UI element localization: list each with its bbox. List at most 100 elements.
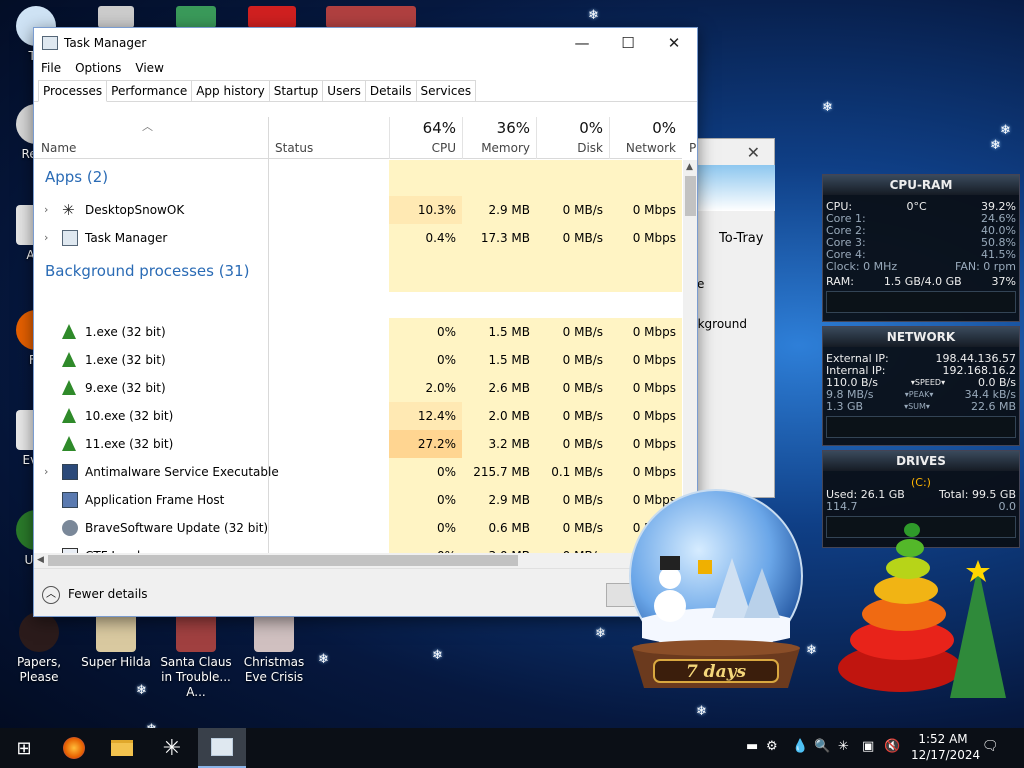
updater-icon bbox=[62, 520, 78, 536]
cpu-cell: 27.2% bbox=[389, 430, 462, 458]
tray-settings-icon[interactable]: ⚙ bbox=[766, 739, 778, 754]
tab-users[interactable]: Users bbox=[322, 80, 366, 101]
table-row[interactable]: 1.exe (32 bit) 0% 1.5 MB 0 MB/s 0 Mbps bbox=[34, 346, 682, 374]
disk-total: 0% bbox=[579, 119, 603, 137]
service-icon bbox=[62, 464, 78, 480]
scroll-up-icon[interactable]: ▲ bbox=[686, 162, 693, 172]
network-cell: 0 Mbps bbox=[609, 346, 682, 374]
horizontal-scrollbar[interactable]: ◀ bbox=[34, 553, 683, 568]
taskbar-file-explorer[interactable] bbox=[98, 728, 146, 768]
table-row[interactable]: 11.exe (32 bit) 27.2% 3.2 MB 0 MB/s 0 Mbps bbox=[34, 430, 682, 458]
table-row[interactable]: 9.exe (32 bit) 2.0% 2.6 MB 0 MB/s 0 Mbps bbox=[34, 374, 682, 402]
network-gadget[interactable]: NETWORK External IP: 198.44.136.57 Intern… bbox=[822, 326, 1020, 446]
peak-label: ▾PEAK▾ bbox=[904, 390, 934, 399]
column-header-memory[interactable]: 36% Memory bbox=[462, 117, 536, 159]
desktop-icon-label: Papers, Please bbox=[16, 655, 62, 684]
group-header-background[interactable]: Background processes (31) bbox=[45, 262, 250, 280]
desktop-icon-top[interactable] bbox=[326, 6, 416, 28]
disk-cell: 0.1 MB/s bbox=[536, 458, 609, 486]
tree-icon bbox=[62, 436, 76, 451]
group-header-apps[interactable]: Apps (2) bbox=[45, 168, 108, 186]
scrollbar-thumb[interactable] bbox=[48, 555, 518, 566]
expand-chevron-icon[interactable]: › bbox=[44, 465, 48, 478]
column-header-status[interactable]: Status bbox=[275, 141, 313, 155]
disk-label: Disk bbox=[577, 141, 603, 155]
process-name: BraveSoftware Update (32 bit) bbox=[85, 521, 269, 535]
table-row[interactable]: › Task Manager 0.4% 17.3 MB 0 MB/s 0 Mbps bbox=[34, 224, 682, 252]
table-row[interactable]: › Antimalware Service Executable 0% 215.7 M… bbox=[34, 458, 682, 486]
tab-services[interactable]: Services bbox=[415, 80, 477, 101]
cpu-cell: 12.4% bbox=[389, 402, 462, 430]
close-icon[interactable]: ✕ bbox=[747, 143, 760, 162]
table-row[interactable]: › ✳ DesktopSnowOK 10.3% 2.9 MB 0 MB/s 0 Mbps bbox=[34, 196, 682, 224]
desktop-icon-papers-please[interactable]: Papers, Please bbox=[3, 612, 75, 685]
tray-network-icon[interactable]: ▣ bbox=[862, 739, 874, 754]
snow-globe-widget[interactable]: 7 days bbox=[612, 488, 820, 698]
desktop-icon-christmas-eve-crisis[interactable]: Christmas Eve Crisis bbox=[236, 612, 312, 685]
minimize-button[interactable]: — bbox=[559, 28, 605, 58]
title-bar[interactable]: Task Manager — ☐ ✕ bbox=[34, 28, 697, 58]
column-header-cpu[interactable]: 64% CPU bbox=[389, 117, 462, 159]
column-header-name[interactable]: Name bbox=[41, 141, 76, 155]
window-text: e bbox=[697, 277, 705, 291]
scroll-left-icon[interactable]: ◀ bbox=[37, 555, 44, 565]
taskbar-desktop-snow[interactable]: ✳ bbox=[148, 728, 196, 768]
menu-file[interactable]: File bbox=[41, 61, 61, 75]
tray-droplet-icon[interactable]: 💧 bbox=[792, 739, 808, 754]
fewer-details-link[interactable]: Fewer details bbox=[68, 587, 148, 601]
ram-percent: 37% bbox=[991, 275, 1016, 288]
cpu-ram-gadget[interactable]: CPU-RAM CPU: 0°C 39.2% Core 1: 24.6% Core… bbox=[822, 174, 1020, 322]
column-header-power[interactable]: P bbox=[689, 141, 696, 155]
clock[interactable]: 1:52 AM 12/17/2024 bbox=[911, 731, 981, 763]
table-row[interactable]: 10.exe (32 bit) 12.4% 2.0 MB 0 MB/s 0 Mbps bbox=[34, 402, 682, 430]
tab-performance[interactable]: Performance bbox=[106, 80, 193, 101]
memory-cell: 2.6 MB bbox=[462, 374, 536, 402]
task-manager-window[interactable]: Task Manager — ☐ ✕ File Options View Pro… bbox=[33, 27, 698, 617]
desktop-icon-top[interactable] bbox=[176, 6, 216, 28]
cpu-cell: 0% bbox=[389, 458, 462, 486]
desktop-icon-top[interactable] bbox=[98, 6, 134, 28]
table-row[interactable]: Application Frame Host 0% 2.9 MB 0 MB/s 0 Mb… bbox=[34, 486, 682, 514]
tray-search-icon[interactable]: 🔍 bbox=[814, 739, 830, 754]
tray-gadget-icon[interactable]: ▬ bbox=[746, 739, 758, 754]
cpu-history-graph bbox=[826, 291, 1016, 313]
desktop-icon-santa-claus[interactable]: Santa Claus in Trouble... A... bbox=[158, 612, 234, 700]
desktop-icon-top[interactable] bbox=[248, 6, 296, 28]
column-header-network[interactable]: 0% Network bbox=[609, 117, 682, 159]
christmas-tree-widget[interactable] bbox=[830, 498, 1010, 708]
tab-details[interactable]: Details bbox=[364, 80, 417, 101]
disk-cell: 0 MB/s bbox=[536, 402, 609, 430]
clock-date: 12/17/2024 bbox=[911, 748, 981, 762]
to-tray-button[interactable]: To-Tray bbox=[719, 231, 763, 246]
snowflake-icon: ❄ bbox=[990, 138, 1001, 153]
tab-app-history[interactable]: App history bbox=[191, 80, 270, 101]
days-caption: 7 days bbox=[686, 662, 747, 682]
taskbar-firefox[interactable] bbox=[50, 728, 98, 768]
menu-view[interactable]: View bbox=[135, 61, 163, 75]
cpu-cell: 2.0% bbox=[389, 374, 462, 402]
tray-snow-icon[interactable]: ✳ bbox=[838, 739, 849, 754]
expand-chevron-icon[interactable]: › bbox=[44, 231, 48, 244]
tray-volume-muted-icon[interactable]: 🔇 bbox=[884, 739, 900, 754]
collapse-icon[interactable]: ︿ bbox=[42, 586, 60, 604]
process-name: 10.exe (32 bit) bbox=[85, 409, 174, 423]
start-button[interactable]: ⊞ bbox=[0, 728, 48, 768]
notifications-icon[interactable]: 🗨 bbox=[982, 739, 999, 754]
table-row[interactable]: BraveSoftware Update (32 bit) 0% 0.6 MB 0 M… bbox=[34, 514, 682, 542]
speed-label: ▾SPEED▾ bbox=[910, 378, 946, 387]
taskbar-task-manager[interactable] bbox=[198, 728, 246, 768]
column-header-disk[interactable]: 0% Disk bbox=[536, 117, 609, 159]
maximize-button[interactable]: ☐ bbox=[605, 28, 651, 58]
cpu-cell: 0% bbox=[389, 486, 462, 514]
memory-cell: 215.7 MB bbox=[462, 458, 536, 486]
memory-cell: 3.2 MB bbox=[462, 430, 536, 458]
close-button[interactable]: ✕ bbox=[651, 28, 697, 58]
desktop-icon-super-hilda[interactable]: Super Hilda bbox=[80, 612, 152, 670]
tab-startup[interactable]: Startup bbox=[268, 80, 324, 101]
tab-processes[interactable]: Processes bbox=[38, 80, 108, 102]
desktop-snow-window[interactable]: ✕ To-Tray e ckground bbox=[690, 138, 775, 498]
table-row[interactable]: 1.exe (32 bit) 0% 1.5 MB 0 MB/s 0 Mbps bbox=[34, 318, 682, 346]
menu-options[interactable]: Options bbox=[75, 61, 121, 75]
scrollbar-thumb[interactable] bbox=[685, 176, 696, 216]
expand-chevron-icon[interactable]: › bbox=[44, 203, 48, 216]
